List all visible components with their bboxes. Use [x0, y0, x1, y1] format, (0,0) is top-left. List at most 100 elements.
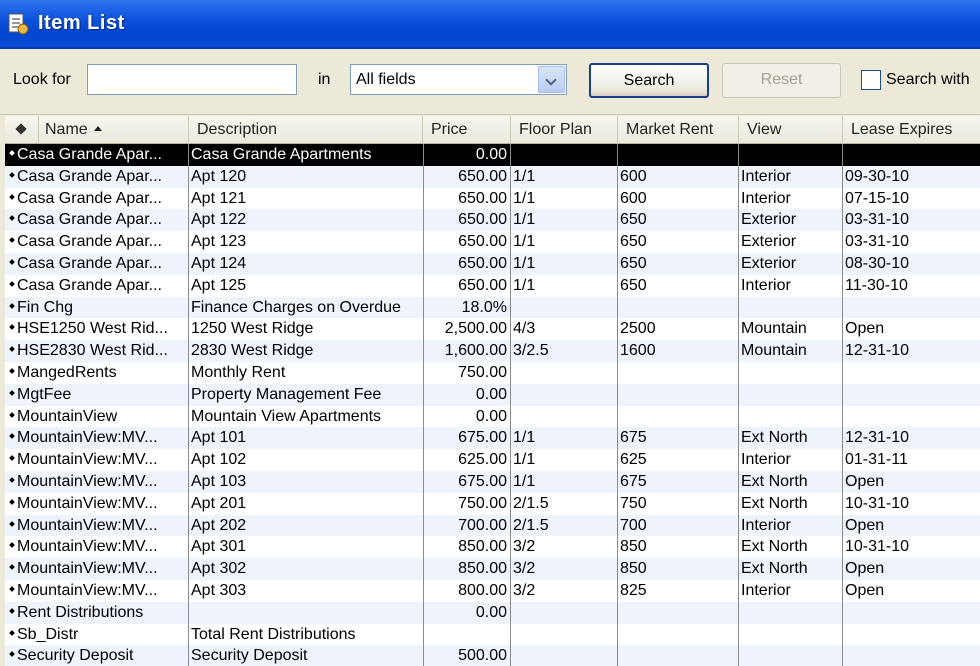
cell-name: Casa Grande Apar... — [5, 275, 188, 297]
table-row[interactable]: MountainView:MV... Apt 303 800.00 3/2 825 Int… — [5, 580, 980, 602]
cell-text: 2500 — [620, 320, 656, 338]
cell-text: 1/1 — [513, 276, 536, 294]
cell-name: MountainView — [5, 406, 188, 428]
cell-price — [423, 624, 510, 646]
cell-description: Apt 301 — [188, 536, 423, 558]
table-row[interactable]: MgtFee Property Management Fee 0.00 — [5, 383, 980, 406]
table-row[interactable]: HSE1250 West Rid... 1250 West Ridge 2,500.… — [5, 318, 980, 340]
cell-lease-expires: 10-31-10 — [842, 493, 980, 515]
cell-description: Mountain View Apartments — [188, 406, 423, 428]
window-titlebar[interactable]: Item List — [0, 0, 980, 49]
cell-lease-expires: 03-31-10 — [842, 231, 980, 253]
cell-floor-plan — [510, 384, 617, 406]
cell-description: Apt 101 — [188, 427, 423, 449]
cell-description: Property Management Fee — [188, 384, 423, 406]
cell-text: Security Deposit — [191, 647, 308, 665]
table-row[interactable]: MangedRents Monthly Rent 750.00 — [5, 362, 980, 384]
column-header-lease-expires[interactable]: Lease Expires — [843, 116, 980, 144]
diamond-bullet-icon — [9, 215, 15, 222]
cell-text: Apt 101 — [191, 429, 247, 447]
cell-price: 2,500.00 — [423, 318, 510, 340]
table-row[interactable]: MountainView:MV... Apt 202 700.00 2/1.5 700 I… — [5, 514, 980, 537]
cell-text: 600 — [620, 167, 647, 185]
column-header-price[interactable]: Price — [423, 116, 511, 144]
column-header-market-rent[interactable]: Market Rent — [618, 116, 739, 144]
table-row[interactable]: MountainView:MV... Apt 103 675.00 1/1 675 Ext… — [5, 470, 980, 493]
cell-text: MountainView:MV... — [17, 451, 158, 469]
cell-text: Apt 201 — [191, 494, 247, 512]
column-marker-header[interactable] — [5, 116, 39, 144]
column-header-view[interactable]: View — [739, 116, 843, 144]
table-row[interactable]: Casa Grande Apar... Apt 125 650.00 1/1 650 In… — [5, 275, 980, 297]
cell-text: Casa Grande Apartments — [191, 146, 372, 163]
search-within-checkbox[interactable] — [861, 70, 881, 90]
cell-lease-expires — [842, 406, 980, 428]
table-row[interactable]: Casa Grande Apar... Apt 122 650.00 1/1 650 Ex… — [5, 209, 980, 232]
cell-text: 3/2 — [513, 581, 536, 599]
diamond-bullet-icon — [9, 586, 15, 592]
cell-name: Casa Grande Apar... — [5, 144, 188, 166]
column-divider — [738, 144, 739, 666]
column-header-floor-plan[interactable]: Floor Plan — [511, 116, 618, 144]
cell-market-rent — [617, 362, 738, 384]
cell-text: Ext North — [741, 472, 808, 490]
cell-text: 2830 West Ridge — [191, 342, 314, 360]
cell-text: 1250 West Ridge — [191, 320, 314, 338]
cell-text: Casa Grande Apar... — [17, 189, 162, 207]
cell-view: Ext North — [738, 536, 842, 558]
cell-view: Interior — [738, 166, 842, 188]
table-row[interactable]: Casa Grande Apar... Casa Grande Apartment… — [5, 144, 980, 166]
cell-price: 700.00 — [423, 515, 510, 537]
cell-text: 2/1.5 — [513, 494, 549, 512]
table-row[interactable]: Casa Grande Apar... Apt 124 650.00 1/1 650 Ex… — [5, 252, 980, 275]
search-input[interactable] — [87, 64, 297, 95]
cell-text: Ext North — [741, 538, 808, 556]
field-select[interactable]: All fields — [350, 64, 567, 95]
dropdown-button[interactable] — [538, 66, 565, 93]
cell-market-rent — [617, 406, 738, 428]
table-row[interactable]: HSE2830 West Rid... 2830 West Ridge 1,600.… — [5, 340, 980, 362]
cell-text: Interior — [741, 189, 791, 207]
cell-description: Apt 120 — [188, 166, 423, 188]
cell-floor-plan: 2/1.5 — [510, 515, 617, 537]
cell-lease-expires: Open — [842, 515, 980, 537]
table-row[interactable]: MountainView:MV... Apt 201 750.00 2/1.5 750 E… — [5, 493, 980, 515]
cell-text: 03-31-10 — [845, 233, 910, 251]
cell-floor-plan: 1/1 — [510, 209, 617, 231]
diamond-bullet-icon — [9, 259, 15, 265]
diamond-bullet-icon — [9, 629, 15, 636]
cell-name: MountainView:MV... — [5, 427, 188, 449]
cell-name: HSE1250 West Rid... — [5, 318, 188, 340]
cell-text: 11-30-10 — [845, 276, 908, 294]
cell-text: 850 — [620, 538, 647, 556]
cell-price: 675.00 — [423, 427, 510, 449]
table-row[interactable]: MountainView:MV... Apt 301 850.00 3/2 850 Ext… — [5, 536, 980, 558]
table-row[interactable]: MountainView:MV... Apt 102 625.00 1/1 625 Int… — [5, 449, 980, 471]
cell-lease-expires — [842, 645, 980, 666]
table-row[interactable]: Casa Grande Apar... Apt 121 650.00 1/1 600 In… — [5, 188, 980, 210]
cell-description: Apt 125 — [188, 275, 423, 297]
chevron-down-icon — [545, 74, 557, 86]
cell-text: Interior — [741, 276, 791, 294]
table-row[interactable]: Fin Chg Finance Charges on Overdue 18.0% — [5, 296, 980, 319]
cell-text: 625.00 — [458, 451, 507, 469]
table-row[interactable]: Security Deposit Security Deposit 500.00 — [5, 645, 980, 666]
reset-button[interactable]: Reset — [722, 63, 841, 98]
table-row[interactable]: Sb_Distr Total Rent Distributions — [5, 624, 980, 646]
cell-text: 18.0% — [461, 298, 507, 316]
column-header-description[interactable]: Description — [189, 116, 423, 144]
table-row[interactable]: Rent Distributions 0.00 — [5, 601, 980, 624]
cell-lease-expires: 09-30-10 — [842, 166, 980, 188]
cell-view: Exterior — [738, 231, 842, 253]
table-row[interactable]: MountainView:MV... Apt 101 675.00 1/1 675 Ext… — [5, 427, 980, 450]
cell-market-rent: 675 — [617, 471, 738, 493]
table-row[interactable]: Casa Grande Apar... Apt 123 650.00 1/1 650 Ex… — [5, 231, 980, 253]
table-row[interactable]: Casa Grande Apar... Apt 120 650.00 1/1 600 In… — [5, 165, 980, 188]
column-header-name[interactable]: Name — [39, 116, 189, 144]
cell-name: Casa Grande Apar... — [5, 166, 188, 188]
cell-text: 1/1 — [513, 211, 536, 229]
diamond-bullet-icon — [9, 607, 15, 614]
search-button[interactable]: Search — [589, 63, 709, 98]
table-row[interactable]: MountainView Mountain View Apartments 0.00 — [5, 406, 980, 428]
table-row[interactable]: MountainView:MV... Apt 302 850.00 3/2 850 Ext… — [5, 558, 980, 580]
